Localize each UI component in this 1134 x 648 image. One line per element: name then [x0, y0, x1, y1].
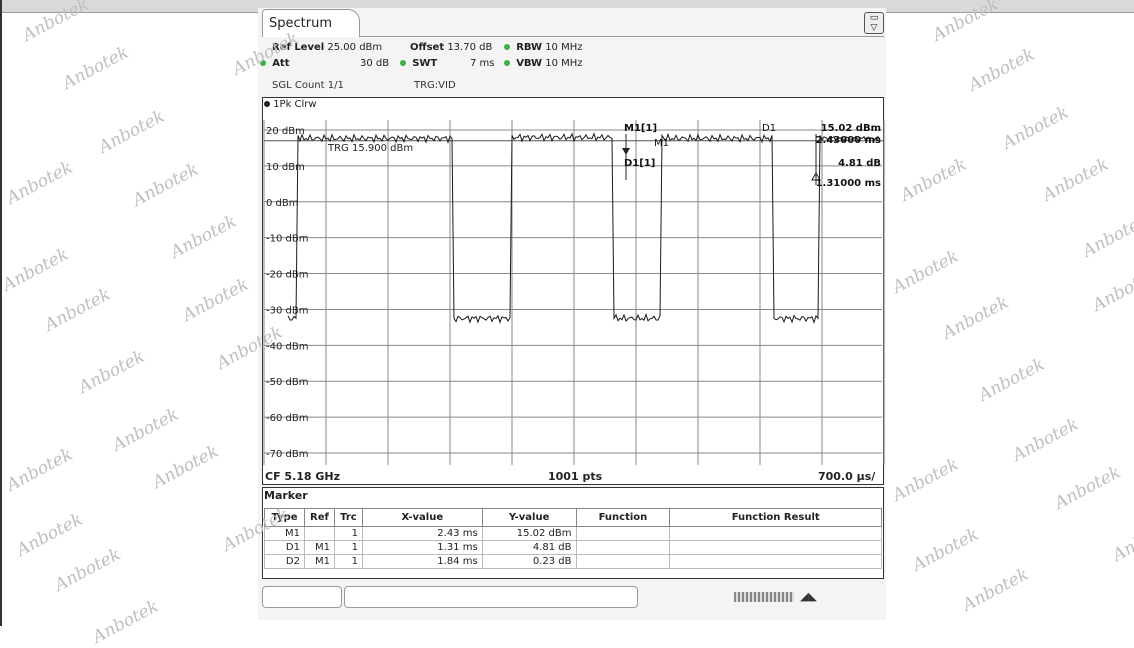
y-axis-tick-label: -10 dBm [266, 234, 308, 245]
col-header-function-result: Function Result [669, 508, 882, 527]
m1-tag: M1 [654, 138, 669, 149]
cell-x-value: 2.43 ms [361, 526, 483, 541]
cell-y-value: 4.81 dB [481, 540, 577, 555]
y-axis-tick-label: 10 dBm [266, 162, 305, 173]
cell-function-result [669, 526, 882, 541]
col-header-x-value: X-value [361, 508, 483, 527]
marker-table-title: Marker [264, 489, 308, 502]
cell-ref: M1 [303, 540, 335, 555]
cell-ref [303, 526, 335, 541]
cell-y-value: 0.23 dB [481, 554, 577, 569]
cell-type: D1 [264, 540, 305, 555]
cell-trc: 1 [333, 526, 363, 541]
y-axis-tick-label: -50 dBm [266, 377, 308, 388]
d1-readout-label: D1[1] [624, 158, 655, 169]
cell-function [575, 540, 671, 555]
d1-readout-value: 4.81 dB [838, 158, 881, 169]
cell-trc: 1 [333, 540, 363, 555]
cell-trc: 1 [333, 554, 363, 569]
table-row[interactable]: D1 M1 1 1.31 ms 4.81 dB [264, 540, 882, 555]
center-frequency: CF 5.18 GHz [265, 470, 341, 483]
time-per-division: 700.0 µs/ [818, 470, 876, 483]
cell-x-value: 1.31 ms [361, 540, 483, 555]
status-field[interactable] [344, 586, 638, 608]
table-row[interactable]: D2 M1 1 1.84 ms 0.23 dB [264, 554, 882, 569]
y-axis-tick-label: -70 dBm [266, 449, 308, 460]
y-axis-tick-label: -40 dBm [266, 341, 308, 352]
progress-indicator [734, 592, 794, 602]
col-header-type: Type [264, 508, 305, 527]
marker-table: Type Ref Trc X-value Y-value Function Fu… [264, 508, 882, 569]
cell-function-result [669, 554, 882, 569]
cell-y-value: 15.02 dBm [481, 526, 577, 541]
spectrum-trace [287, 132, 881, 324]
status-icon: ◢◣ [800, 590, 817, 603]
cell-ref: M1 [303, 554, 335, 569]
d1-tag: D1 [762, 123, 776, 134]
m1-readout-value: 15.02 dBm [821, 123, 881, 134]
status-button-left[interactable] [262, 586, 342, 608]
cell-type: D2 [264, 554, 305, 569]
trigger-level-label: TRG 15.900 dBm [327, 143, 413, 154]
y-axis-tick-label: -20 dBm [266, 270, 308, 281]
y-axis-tick-label: 0 dBm [266, 198, 299, 209]
y-axis-tick-label: -30 dBm [266, 305, 308, 316]
m1-readout-label: M1[1] [624, 123, 657, 134]
sweep-points: 1001 pts [548, 470, 603, 483]
m1-readout-time: 2.43000 ms [816, 135, 881, 146]
marker-m1-icon [622, 148, 630, 155]
d1-readout-time: 1.31000 ms [816, 178, 881, 189]
cell-type: M1 [264, 526, 305, 541]
col-header-function: Function [575, 508, 671, 527]
y-axis-tick-label: 20 dBm [266, 126, 305, 137]
y-axis-tick-label: -60 dBm [266, 413, 308, 424]
cell-x-value: 1.84 ms [361, 554, 483, 569]
col-header-trc: Trc [333, 508, 363, 527]
marker-table-header-row: Type Ref Trc X-value Y-value Function Fu… [264, 508, 882, 527]
cell-function [575, 526, 671, 541]
cell-function [575, 554, 671, 569]
table-row[interactable]: M1 1 2.43 ms 15.02 dBm [264, 526, 882, 541]
cell-function-result [669, 540, 882, 555]
col-header-ref: Ref [303, 508, 335, 527]
col-header-y-value: Y-value [481, 508, 577, 527]
